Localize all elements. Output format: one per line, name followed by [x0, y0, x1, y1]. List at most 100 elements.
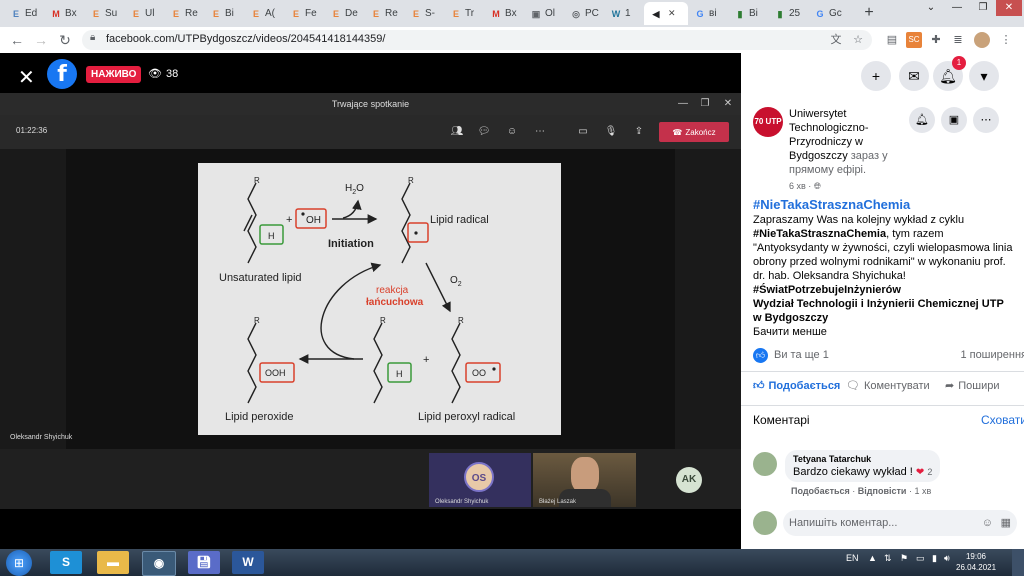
browser-tab[interactable]: M Bx [44, 2, 82, 25]
r-label-1: R [254, 176, 260, 185]
new-tab-button[interactable]: + [860, 4, 878, 22]
browser-tab[interactable]: E A( [244, 2, 282, 25]
browser-tab[interactable]: ▮ Bi [728, 2, 766, 25]
reactions-summary: 👍︎ Ви та ще 1 1 поширення [753, 348, 1024, 364]
display-icon[interactable]: ▭ [916, 553, 925, 564]
back-icon[interactable]: ← [8, 31, 26, 49]
like-button[interactable]: 👍︎ Подобається [753, 379, 840, 393]
restore-button[interactable]: ❐ [970, 0, 996, 16]
show-desktop-button[interactable] [1012, 549, 1024, 576]
video-player[interactable]: ✕ f НАЖИВО 👁︎ 38 Trwające spotkanie — ❐ … [0, 53, 741, 549]
sc-extension-icon[interactable]: SC [906, 32, 922, 48]
tray-expand-icon[interactable]: ▲ [868, 553, 877, 563]
system-clock[interactable]: 19:06 26.04.2021 [956, 551, 996, 573]
browser-tab[interactable]: E S- [404, 2, 442, 25]
comment-author[interactable]: Tetyana Tatarchuk [793, 454, 932, 464]
tab-close-icon[interactable]: ✕ [668, 8, 676, 19]
file-explorer-icon[interactable]: ▬ [97, 551, 129, 574]
flag-icon[interactable]: ⚑ [900, 553, 908, 564]
browser-tab[interactable]: ▣ Ol [524, 2, 562, 25]
h-label-2: H [396, 369, 403, 379]
omnibox[interactable]: 🔒︎ facebook.com/UTPBydgoszcz/videos/2045… [82, 30, 872, 50]
browser-tab[interactable]: E Su [84, 2, 122, 25]
save-app-icon[interactable]: 💾︎ [188, 551, 220, 574]
post-hashtag-3[interactable]: #ŚwiatPotrzebujeInżynierów [753, 284, 901, 296]
facebook-logo-icon[interactable]: f [47, 59, 77, 89]
close-window-button[interactable]: ✕ [996, 0, 1022, 16]
browser-tab[interactable]: E Fe [284, 2, 322, 25]
tab-favicon-icon: M [52, 8, 60, 19]
hide-comments-link[interactable]: Сховати [981, 413, 1024, 427]
account-menu-icon[interactable]: ▾ [969, 61, 999, 91]
browser-tab[interactable]: ◎ PC [564, 2, 602, 25]
h-label-1: H [268, 231, 275, 241]
comment-reaction-count[interactable]: 2 [927, 467, 932, 477]
unsaturated-lipid-label: Unsaturated lipid [219, 272, 302, 284]
post-timestamp[interactable]: 6 хв · 🌐︎ [789, 181, 821, 192]
reactions-text[interactable]: Ви та ще 1 [774, 349, 829, 361]
reading-list-icon[interactable]: ≣ [950, 32, 966, 48]
network-icon[interactable]: ⇅ [884, 553, 892, 564]
messenger-icon[interactable]: ✉︎ [899, 61, 929, 91]
comment-reply-link[interactable]: Відповісти [858, 486, 907, 496]
shares-count[interactable]: 1 поширення [960, 349, 1024, 361]
bookmark-star-icon[interactable]: ☆ [850, 32, 866, 48]
tab-label: ві [709, 8, 717, 19]
comment-button[interactable]: 🗨︎ Коментувати [846, 379, 930, 393]
browser-tab[interactable]: E Re [364, 2, 402, 25]
browser-tab[interactable]: E Tr [444, 2, 482, 25]
commenter-avatar[interactable] [753, 452, 777, 476]
word-icon[interactable]: W [232, 551, 264, 574]
post-options-icon[interactable]: ⋯ [973, 107, 999, 133]
chrome-icon[interactable]: ◉ [142, 551, 176, 576]
save-icon[interactable]: ▣ [941, 107, 967, 133]
see-less-link[interactable]: Бачити менше [753, 326, 827, 338]
browser-tab[interactable]: E De [324, 2, 362, 25]
browser-tab[interactable]: W1 [604, 2, 642, 25]
current-user-avatar[interactable] [753, 511, 777, 535]
browser-tab[interactable]: ▮ 25 [768, 2, 806, 25]
post-title-hashtag[interactable]: #NieTakaStrasznaChemia [753, 197, 1015, 213]
minimize-button[interactable]: — [944, 0, 970, 16]
extensions-puzzle-icon[interactable]: ✚ [928, 32, 944, 48]
browser-tab[interactable]: E Bi [204, 2, 242, 25]
chain-reaction-label-1: reakcja [376, 285, 409, 296]
translate-icon[interactable]: 文 [828, 32, 844, 48]
forward-icon[interactable]: → [32, 31, 50, 49]
share-button[interactable]: ➦ Пошири [945, 379, 999, 393]
post-hashtag-2[interactable]: #NieTakaStrasznaChemia [753, 228, 886, 240]
tab-search-icon[interactable]: ⌄ [918, 0, 944, 16]
browser-tab[interactable]: E Ul [124, 2, 162, 25]
reload-icon[interactable]: ↻ [56, 31, 74, 49]
comment-time[interactable]: 1 хв [914, 486, 931, 496]
browser-tab[interactable]: E Ed [4, 2, 42, 25]
page-avatar[interactable]: 70 UTP [753, 107, 783, 137]
post-time-text: 6 хв · [789, 181, 814, 191]
windows-taskbar: ⊞ S ▬ ◉ 💾︎ W EN ▲ ⇅ ⚑ ▭ ▮ 🔊︎ 19:06 26.04… [0, 549, 1024, 576]
start-button-icon[interactable]: ⊞ [6, 550, 32, 576]
browser-tab[interactable]: Gві [688, 2, 726, 25]
signal-icon[interactable]: ▮ [932, 553, 937, 564]
tab-label: Tr [465, 8, 475, 19]
emoji-icon[interactable]: ☺ [982, 510, 993, 536]
post-actions: 👍︎ Подобається 🗨︎ Коментувати ➦ Пошири [753, 379, 1024, 397]
sticker-icon[interactable]: ▦ [1001, 510, 1011, 536]
browser-tab[interactable]: ◀ ✕ [644, 2, 688, 25]
browser-tab[interactable]: E Re [164, 2, 202, 25]
like-reaction-icon: 👍︎ [753, 348, 768, 363]
profile-avatar-icon[interactable] [974, 32, 990, 48]
close-video-icon[interactable]: ✕ [18, 65, 35, 90]
browser-tab[interactable]: G Gc [808, 2, 846, 25]
r-label-3: R [254, 316, 260, 325]
comment-like-link[interactable]: Подобається [791, 486, 850, 496]
browser-menu-icon[interactable]: ⋮ [998, 32, 1014, 48]
url-text[interactable]: facebook.com/UTPBydgoszcz/videos/2045414… [106, 33, 385, 45]
browser-tab[interactable]: M Bx [484, 2, 522, 25]
create-plus-icon[interactable]: + [861, 61, 891, 91]
skype-icon[interactable]: S [50, 551, 82, 574]
volume-icon[interactable]: 🔊︎ [944, 553, 950, 564]
extension-counter-icon[interactable]: ▤ [884, 32, 900, 48]
language-indicator[interactable]: EN [846, 553, 859, 563]
follow-bell-icon[interactable]: 🔔︎ [909, 107, 935, 133]
comment-input[interactable]: Напишіть коментар... ☺ ▦ [783, 510, 1017, 536]
